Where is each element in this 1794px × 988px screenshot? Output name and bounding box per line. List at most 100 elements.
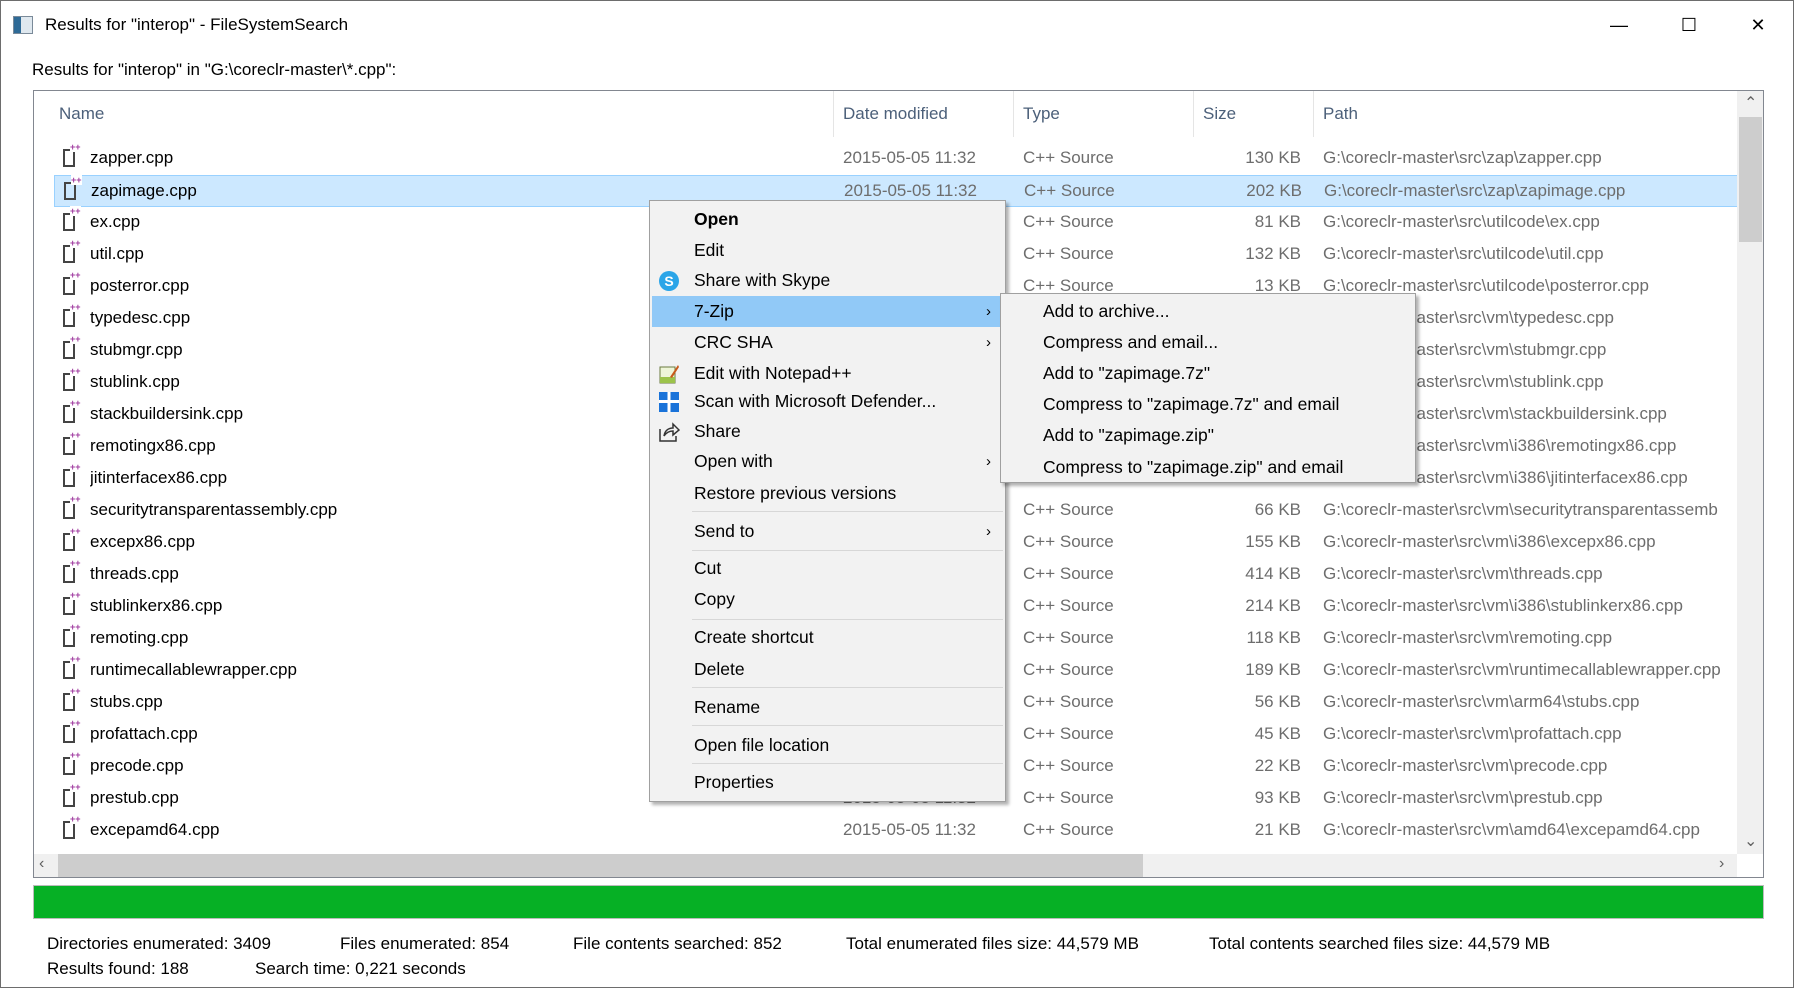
menu-item-properties[interactable]: Properties	[652, 767, 1003, 798]
cell-size: 66 KB	[1254, 500, 1301, 519]
cell-type: C++ Source	[1023, 692, 1114, 711]
minimize-button[interactable]: —	[1584, 1, 1654, 49]
menu-item-defender[interactable]: Scan with Microsoft Defender...	[652, 386, 1003, 417]
cpp-file-icon	[63, 558, 81, 583]
table-row[interactable]: excepamd64.cpp 2015-05-05 11:32 C++ Source…	[54, 814, 1738, 847]
cell-size: 132 KB	[1245, 244, 1301, 263]
column-header-date[interactable]: Date modified	[834, 91, 1014, 137]
menu-item-7zip[interactable]: 7-Zip ›	[652, 296, 1003, 327]
menu-separator	[692, 725, 1003, 726]
cell-path: G:\coreclr-master\src\zap\zapimage.cpp	[1324, 181, 1626, 200]
menu-item-notepad[interactable]: Edit with Notepad++	[652, 358, 1003, 389]
cell-name: excepamd64.cpp	[90, 820, 220, 839]
cpp-file-icon	[63, 686, 81, 711]
status-files: Files enumerated: 854	[340, 934, 510, 953]
cpp-file-icon	[63, 334, 81, 359]
submenu-add-to-archive[interactable]: Add to archive...	[1001, 296, 1415, 327]
cell-size: 21 KB	[1254, 820, 1301, 839]
cpp-file-icon	[63, 462, 81, 487]
menu-item-restore[interactable]: Restore previous versions	[652, 478, 1003, 509]
menu-item-label: CRC SHA	[694, 332, 773, 352]
submenu-compress-zip-email[interactable]: Compress to "zapimage.zip" and email	[1001, 452, 1415, 483]
scroll-right-icon[interactable]: ›	[1719, 855, 1724, 873]
cell-type: C++ Source	[1023, 724, 1114, 743]
submenu-add-to-7z[interactable]: Add to "zapimage.7z"	[1001, 358, 1415, 389]
cell-type: C++ Source	[1023, 596, 1114, 615]
horizontal-scrollbar[interactable]: ‹ ›	[34, 854, 1737, 877]
maximize-button[interactable]: ☐	[1654, 1, 1724, 49]
submenu-compress-7z-email[interactable]: Compress to "zapimage.7z" and email	[1001, 389, 1415, 420]
menu-separator	[692, 511, 1003, 512]
menu-item-label: Share	[694, 421, 741, 441]
progress-bar	[33, 885, 1764, 919]
vertical-scrollbar[interactable]: ⌃ ⌄	[1737, 91, 1763, 854]
7zip-submenu: Add to archive... Compress and email... …	[1000, 293, 1416, 483]
cpp-file-icon	[63, 238, 81, 263]
results-label: Results for "interop" in "G:\coreclr-mas…	[32, 60, 397, 79]
cell-size: 22 KB	[1254, 756, 1301, 775]
scroll-left-icon[interactable]: ‹	[39, 855, 44, 873]
chevron-right-icon: ›	[986, 303, 991, 320]
cell-path: G:\coreclr-master\src\utilcode\ex.cpp	[1323, 212, 1600, 231]
chevron-right-icon: ›	[986, 334, 991, 351]
menu-item-share[interactable]: Share	[652, 416, 1003, 447]
menu-item-create-shortcut[interactable]: Create shortcut	[652, 622, 1003, 653]
menu-item-rename[interactable]: Rename	[652, 692, 1003, 723]
menu-item-open[interactable]: Open	[652, 204, 1003, 235]
cpp-file-icon	[63, 142, 81, 167]
cell-size: 214 KB	[1245, 596, 1301, 615]
cell-type: C++ Source	[1023, 628, 1114, 647]
submenu-compress-and-email[interactable]: Compress and email...	[1001, 327, 1415, 358]
menu-item-open-file-location[interactable]: Open file location	[652, 730, 1003, 761]
cell-size: 93 KB	[1254, 788, 1301, 807]
cpp-file-icon	[63, 590, 81, 615]
menu-item-crc-sha[interactable]: CRC SHA ›	[652, 327, 1003, 358]
cell-path: G:\coreclr-master\src\vm\prestub.cpp	[1323, 788, 1603, 807]
column-header-path[interactable]: Path	[1314, 91, 1737, 137]
chevron-right-icon: ›	[986, 523, 991, 540]
chevron-right-icon: ›	[986, 453, 991, 470]
cpp-file-icon	[63, 366, 81, 391]
cpp-file-icon	[63, 398, 81, 423]
scroll-up-icon[interactable]: ⌃	[1744, 93, 1757, 113]
skype-icon: S	[659, 271, 679, 291]
menu-item-skype[interactable]: S Share with Skype	[652, 265, 1003, 296]
cell-size: 189 KB	[1245, 660, 1301, 679]
cell-path: G:\coreclr-master\src\vm\i386\excepx86.c…	[1323, 532, 1656, 551]
progress-fill	[34, 886, 1763, 918]
table-row[interactable]: zapper.cpp 2015-05-05 11:32 C++ Source 130 …	[54, 142, 1738, 175]
vertical-scroll-thumb[interactable]	[1739, 117, 1762, 242]
cell-date: 2015-05-05 11:32	[843, 148, 976, 167]
menu-item-cut[interactable]: Cut	[652, 553, 1003, 584]
column-header-size[interactable]: Size	[1194, 91, 1314, 137]
cell-size: 155 KB	[1245, 532, 1301, 551]
menu-item-open-with[interactable]: Open with ›	[652, 446, 1003, 477]
cell-path: G:\coreclr-master\src\zap\zapper.cpp	[1323, 148, 1602, 167]
column-header-type[interactable]: Type	[1014, 91, 1194, 137]
cpp-file-icon	[63, 526, 81, 551]
submenu-add-to-zip[interactable]: Add to "zapimage.zip"	[1001, 420, 1415, 451]
cell-date: 2015-05-05 11:32	[843, 820, 976, 839]
cpp-file-icon	[63, 782, 81, 807]
menu-item-send-to[interactable]: Send to ›	[652, 516, 1003, 547]
cpp-file-icon	[63, 814, 81, 839]
cell-size: 81 KB	[1254, 212, 1301, 231]
scroll-down-icon[interactable]: ⌄	[1744, 831, 1757, 851]
cell-path: G:\coreclr-master\src\vm\arm64\stubs.cpp	[1323, 692, 1640, 711]
cell-type: C++ Source	[1023, 532, 1114, 551]
column-header-name[interactable]: Name	[34, 91, 834, 137]
defender-shield-icon	[659, 392, 679, 412]
menu-item-edit[interactable]: Edit	[652, 235, 1003, 266]
cpp-file-icon	[63, 206, 81, 231]
status-directories: Directories enumerated: 3409	[47, 934, 271, 953]
cell-size: 414 KB	[1245, 564, 1301, 583]
close-button[interactable]: ✕	[1723, 1, 1793, 49]
menu-item-copy[interactable]: Copy	[652, 584, 1003, 615]
cell-type: C++ Source	[1023, 788, 1114, 807]
horizontal-scroll-thumb[interactable]	[58, 854, 1143, 877]
context-menu: Open Edit S Share with Skype 7-Zip › CRC …	[649, 200, 1006, 802]
menu-separator	[692, 550, 1003, 551]
cpp-file-icon	[63, 622, 81, 647]
window-title: Results for "interop" - FileSystemSearch	[45, 15, 349, 34]
menu-item-delete[interactable]: Delete	[652, 654, 1003, 685]
